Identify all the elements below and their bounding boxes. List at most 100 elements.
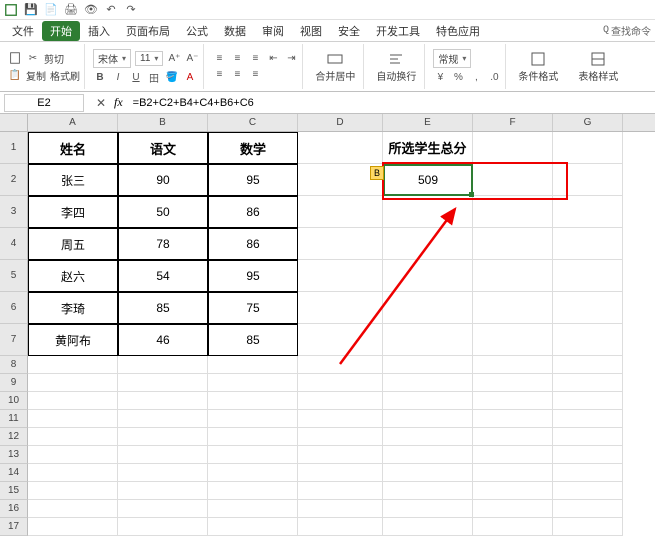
dec-inc-icon[interactable]: .0: [487, 70, 501, 84]
tab-special[interactable]: 特色应用: [428, 23, 488, 39]
format-painter-label[interactable]: 格式刷: [50, 68, 80, 83]
cell-f4[interactable]: [473, 228, 553, 260]
cell-b5[interactable]: 54: [118, 260, 208, 292]
percent-icon[interactable]: %: [451, 70, 465, 84]
cell-a2[interactable]: 张三: [28, 164, 118, 196]
tab-home[interactable]: 开始: [42, 21, 80, 41]
merge-center-button[interactable]: 合并居中: [311, 51, 359, 83]
cell-b3[interactable]: 50: [118, 196, 208, 228]
row-header-1[interactable]: 1: [0, 132, 28, 164]
tab-insert[interactable]: 插入: [80, 23, 118, 39]
cell-e6[interactable]: [383, 292, 473, 324]
cell-f3[interactable]: [473, 196, 553, 228]
cell-a4[interactable]: 周五: [28, 228, 118, 260]
cell-e7[interactable]: [383, 324, 473, 356]
fx-icon[interactable]: fx: [114, 95, 123, 110]
cell-f7[interactable]: [473, 324, 553, 356]
row-header-7[interactable]: 7: [0, 324, 28, 356]
cell-c5[interactable]: 95: [208, 260, 298, 292]
cell-f6[interactable]: [473, 292, 553, 324]
command-search[interactable]: Q 查找命令: [603, 23, 651, 38]
cell-g4[interactable]: [553, 228, 623, 260]
col-header-b[interactable]: B: [118, 114, 208, 131]
underline-button[interactable]: U: [129, 70, 143, 84]
align-center-icon[interactable]: ≡: [230, 68, 244, 82]
cell-e3[interactable]: [383, 196, 473, 228]
cell-a1[interactable]: 姓名: [28, 132, 118, 164]
align-bot-icon[interactable]: ≡: [248, 52, 262, 66]
cell-c3[interactable]: 86: [208, 196, 298, 228]
cell-d4[interactable]: [298, 228, 383, 260]
align-left-icon[interactable]: ≡: [212, 68, 226, 82]
cell-b2[interactable]: 90: [118, 164, 208, 196]
save-icon[interactable]: 💾: [24, 3, 38, 17]
align-top-icon[interactable]: ≡: [212, 52, 226, 66]
cell-b4[interactable]: 78: [118, 228, 208, 260]
indent-dec-icon[interactable]: ⇤: [266, 52, 280, 66]
wrap-text-button[interactable]: 自动换行: [372, 51, 420, 83]
cell-e2-selected[interactable]: 509: [383, 164, 473, 196]
align-mid-icon[interactable]: ≡: [230, 52, 244, 66]
select-all-corner[interactable]: [0, 114, 28, 131]
col-header-a[interactable]: A: [28, 114, 118, 131]
font-size-dropdown[interactable]: 11▾: [135, 51, 163, 66]
cell-a6[interactable]: 李琦: [28, 292, 118, 324]
print-icon[interactable]: 🖨: [64, 3, 78, 17]
tab-layout[interactable]: 页面布局: [118, 23, 178, 39]
cell-c6[interactable]: 75: [208, 292, 298, 324]
cell-d3[interactable]: [298, 196, 383, 228]
indent-inc-icon[interactable]: ⇥: [284, 52, 298, 66]
cancel-icon[interactable]: ✕: [94, 96, 108, 110]
name-box[interactable]: E2: [4, 94, 84, 112]
cell-c1[interactable]: 数学: [208, 132, 298, 164]
cell-f2[interactable]: [473, 164, 553, 196]
col-header-f[interactable]: F: [473, 114, 553, 131]
font-name-dropdown[interactable]: 宋体▾: [93, 49, 131, 68]
fill-color-icon[interactable]: 🪣: [165, 70, 179, 84]
tab-formula[interactable]: 公式: [178, 23, 216, 39]
undo-icon[interactable]: ↶: [104, 3, 118, 17]
cell-b1[interactable]: 语文: [118, 132, 208, 164]
row-header-2[interactable]: 2: [0, 164, 28, 196]
cell-e4[interactable]: [383, 228, 473, 260]
cell-d6[interactable]: [298, 292, 383, 324]
row-header-5[interactable]: 5: [0, 260, 28, 292]
number-format-dropdown[interactable]: 常规▾: [433, 49, 471, 68]
cell-c7[interactable]: 85: [208, 324, 298, 356]
cell-b6[interactable]: 85: [118, 292, 208, 324]
formula-input[interactable]: [129, 97, 655, 109]
cell-d7[interactable]: [298, 324, 383, 356]
tab-review[interactable]: 审阅: [254, 23, 292, 39]
conditional-format-button[interactable]: 条件格式: [514, 51, 562, 83]
cell-g7[interactable]: [553, 324, 623, 356]
comma-icon[interactable]: ,: [469, 70, 483, 84]
cell-e1[interactable]: 所选学生总分: [383, 132, 473, 164]
cell-e5[interactable]: [383, 260, 473, 292]
cell-c4[interactable]: 86: [208, 228, 298, 260]
tab-data[interactable]: 数据: [216, 23, 254, 39]
cell-g6[interactable]: [553, 292, 623, 324]
cell-g5[interactable]: [553, 260, 623, 292]
table-style-button[interactable]: 表格样式: [574, 51, 622, 83]
cell-c2[interactable]: 95: [208, 164, 298, 196]
row-header-6[interactable]: 6: [0, 292, 28, 324]
currency-icon[interactable]: ¥: [433, 70, 447, 84]
paste-options-icon[interactable]: B: [370, 166, 384, 180]
italic-button[interactable]: I: [111, 70, 125, 84]
cell-f5[interactable]: [473, 260, 553, 292]
col-header-e[interactable]: E: [383, 114, 473, 131]
col-header-g[interactable]: G: [553, 114, 623, 131]
preview-icon[interactable]: 👁: [84, 3, 98, 17]
cell-a5[interactable]: 赵六: [28, 260, 118, 292]
font-shrink-icon[interactable]: A⁻: [185, 52, 199, 66]
col-header-d[interactable]: D: [298, 114, 383, 131]
cell-a7[interactable]: 黄阿布: [28, 324, 118, 356]
paste-icon[interactable]: [8, 51, 22, 65]
borders-button[interactable]: 田: [147, 70, 161, 84]
cell-d5[interactable]: [298, 260, 383, 292]
font-color-icon[interactable]: A: [183, 70, 197, 84]
copy-icon[interactable]: 📋: [8, 68, 22, 82]
tab-view[interactable]: 视图: [292, 23, 330, 39]
tab-developer[interactable]: 开发工具: [368, 23, 428, 39]
cell-a3[interactable]: 李四: [28, 196, 118, 228]
